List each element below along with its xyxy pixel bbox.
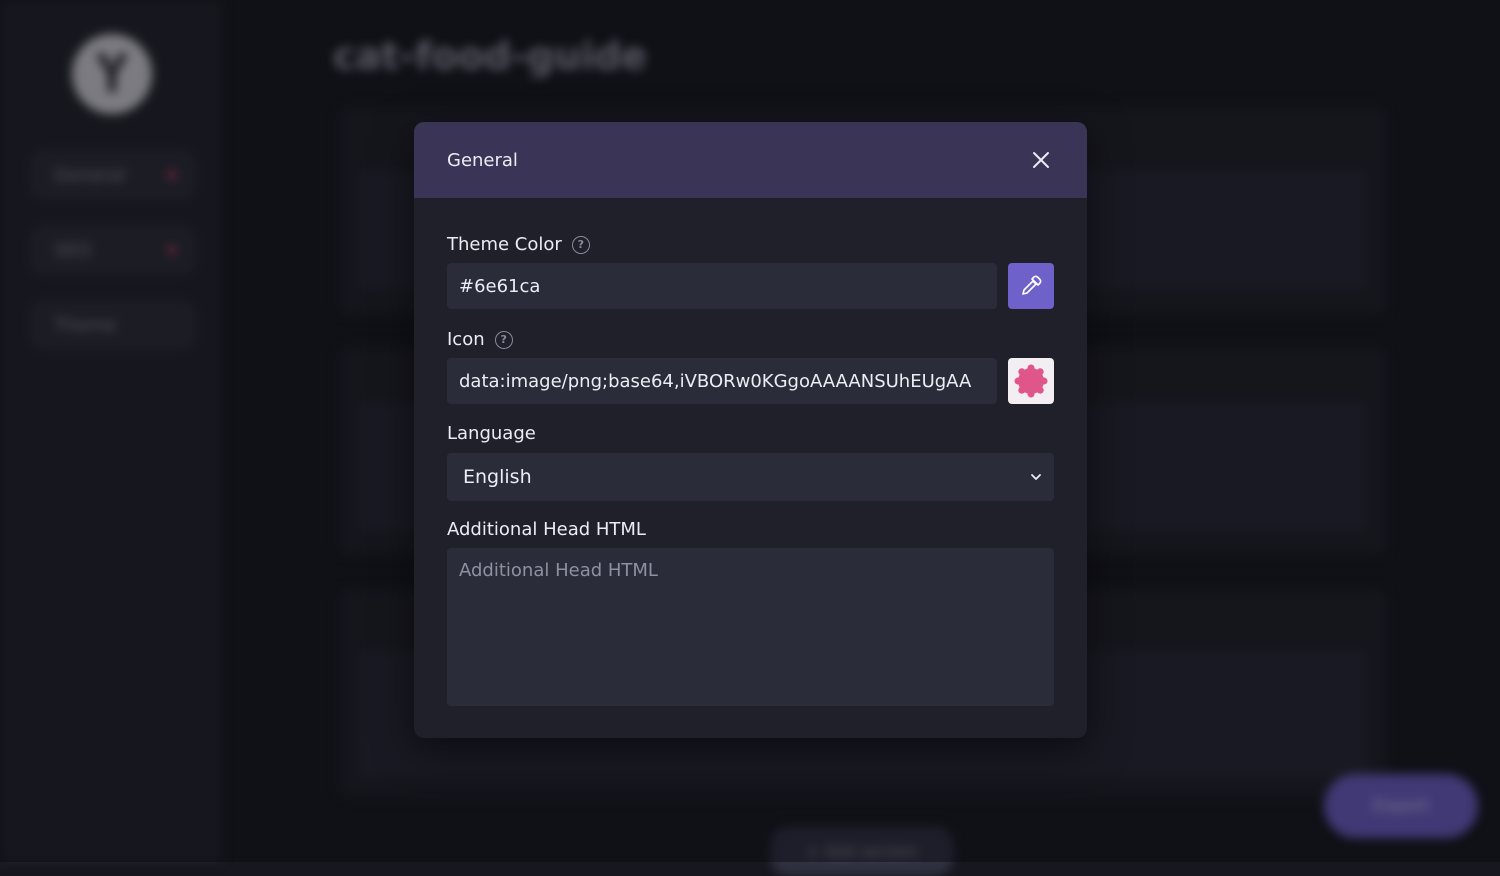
flower-badge-icon — [1014, 364, 1048, 398]
icon-url-input[interactable]: data:image/png;base64,iVBORw0KGgoAAAANSU… — [447, 358, 997, 404]
close-icon — [1033, 152, 1049, 168]
icon-preview-button[interactable] — [1008, 358, 1054, 404]
close-button[interactable] — [1029, 148, 1053, 172]
textarea-placeholder: Additional Head HTML — [459, 560, 658, 581]
theme-color-value: #6e61ca — [459, 275, 541, 297]
field-label-text: Theme Color — [447, 234, 562, 255]
dialog-title: General — [447, 149, 518, 171]
language-select[interactable]: English — [447, 453, 1054, 501]
additional-head-html-label: Additional Head HTML — [447, 519, 646, 540]
dialog-header: General — [414, 122, 1087, 198]
additional-head-html-textarea[interactable]: Additional Head HTML — [447, 548, 1054, 706]
icon-label: Icon ? — [447, 329, 513, 350]
help-icon[interactable]: ? — [571, 235, 590, 254]
help-icon[interactable]: ? — [494, 330, 513, 349]
eyedropper-button[interactable] — [1008, 263, 1054, 309]
language-label: Language — [447, 423, 536, 444]
field-label-text: Language — [447, 423, 536, 444]
field-label-text: Icon — [447, 329, 485, 350]
chevron-down-icon — [1031, 474, 1041, 480]
language-selected-value: English — [463, 466, 532, 488]
theme-color-input[interactable]: #6e61ca — [447, 263, 997, 309]
icon-url-value: data:image/png;base64,iVBORw0KGgoAAAANSU… — [459, 370, 972, 392]
theme-color-label: Theme Color ? — [447, 234, 590, 255]
field-label-text: Additional Head HTML — [447, 519, 646, 540]
general-settings-dialog: General Theme Color ? #6e61ca Icon ? dat… — [414, 122, 1087, 738]
eyedropper-icon — [1022, 275, 1042, 295]
